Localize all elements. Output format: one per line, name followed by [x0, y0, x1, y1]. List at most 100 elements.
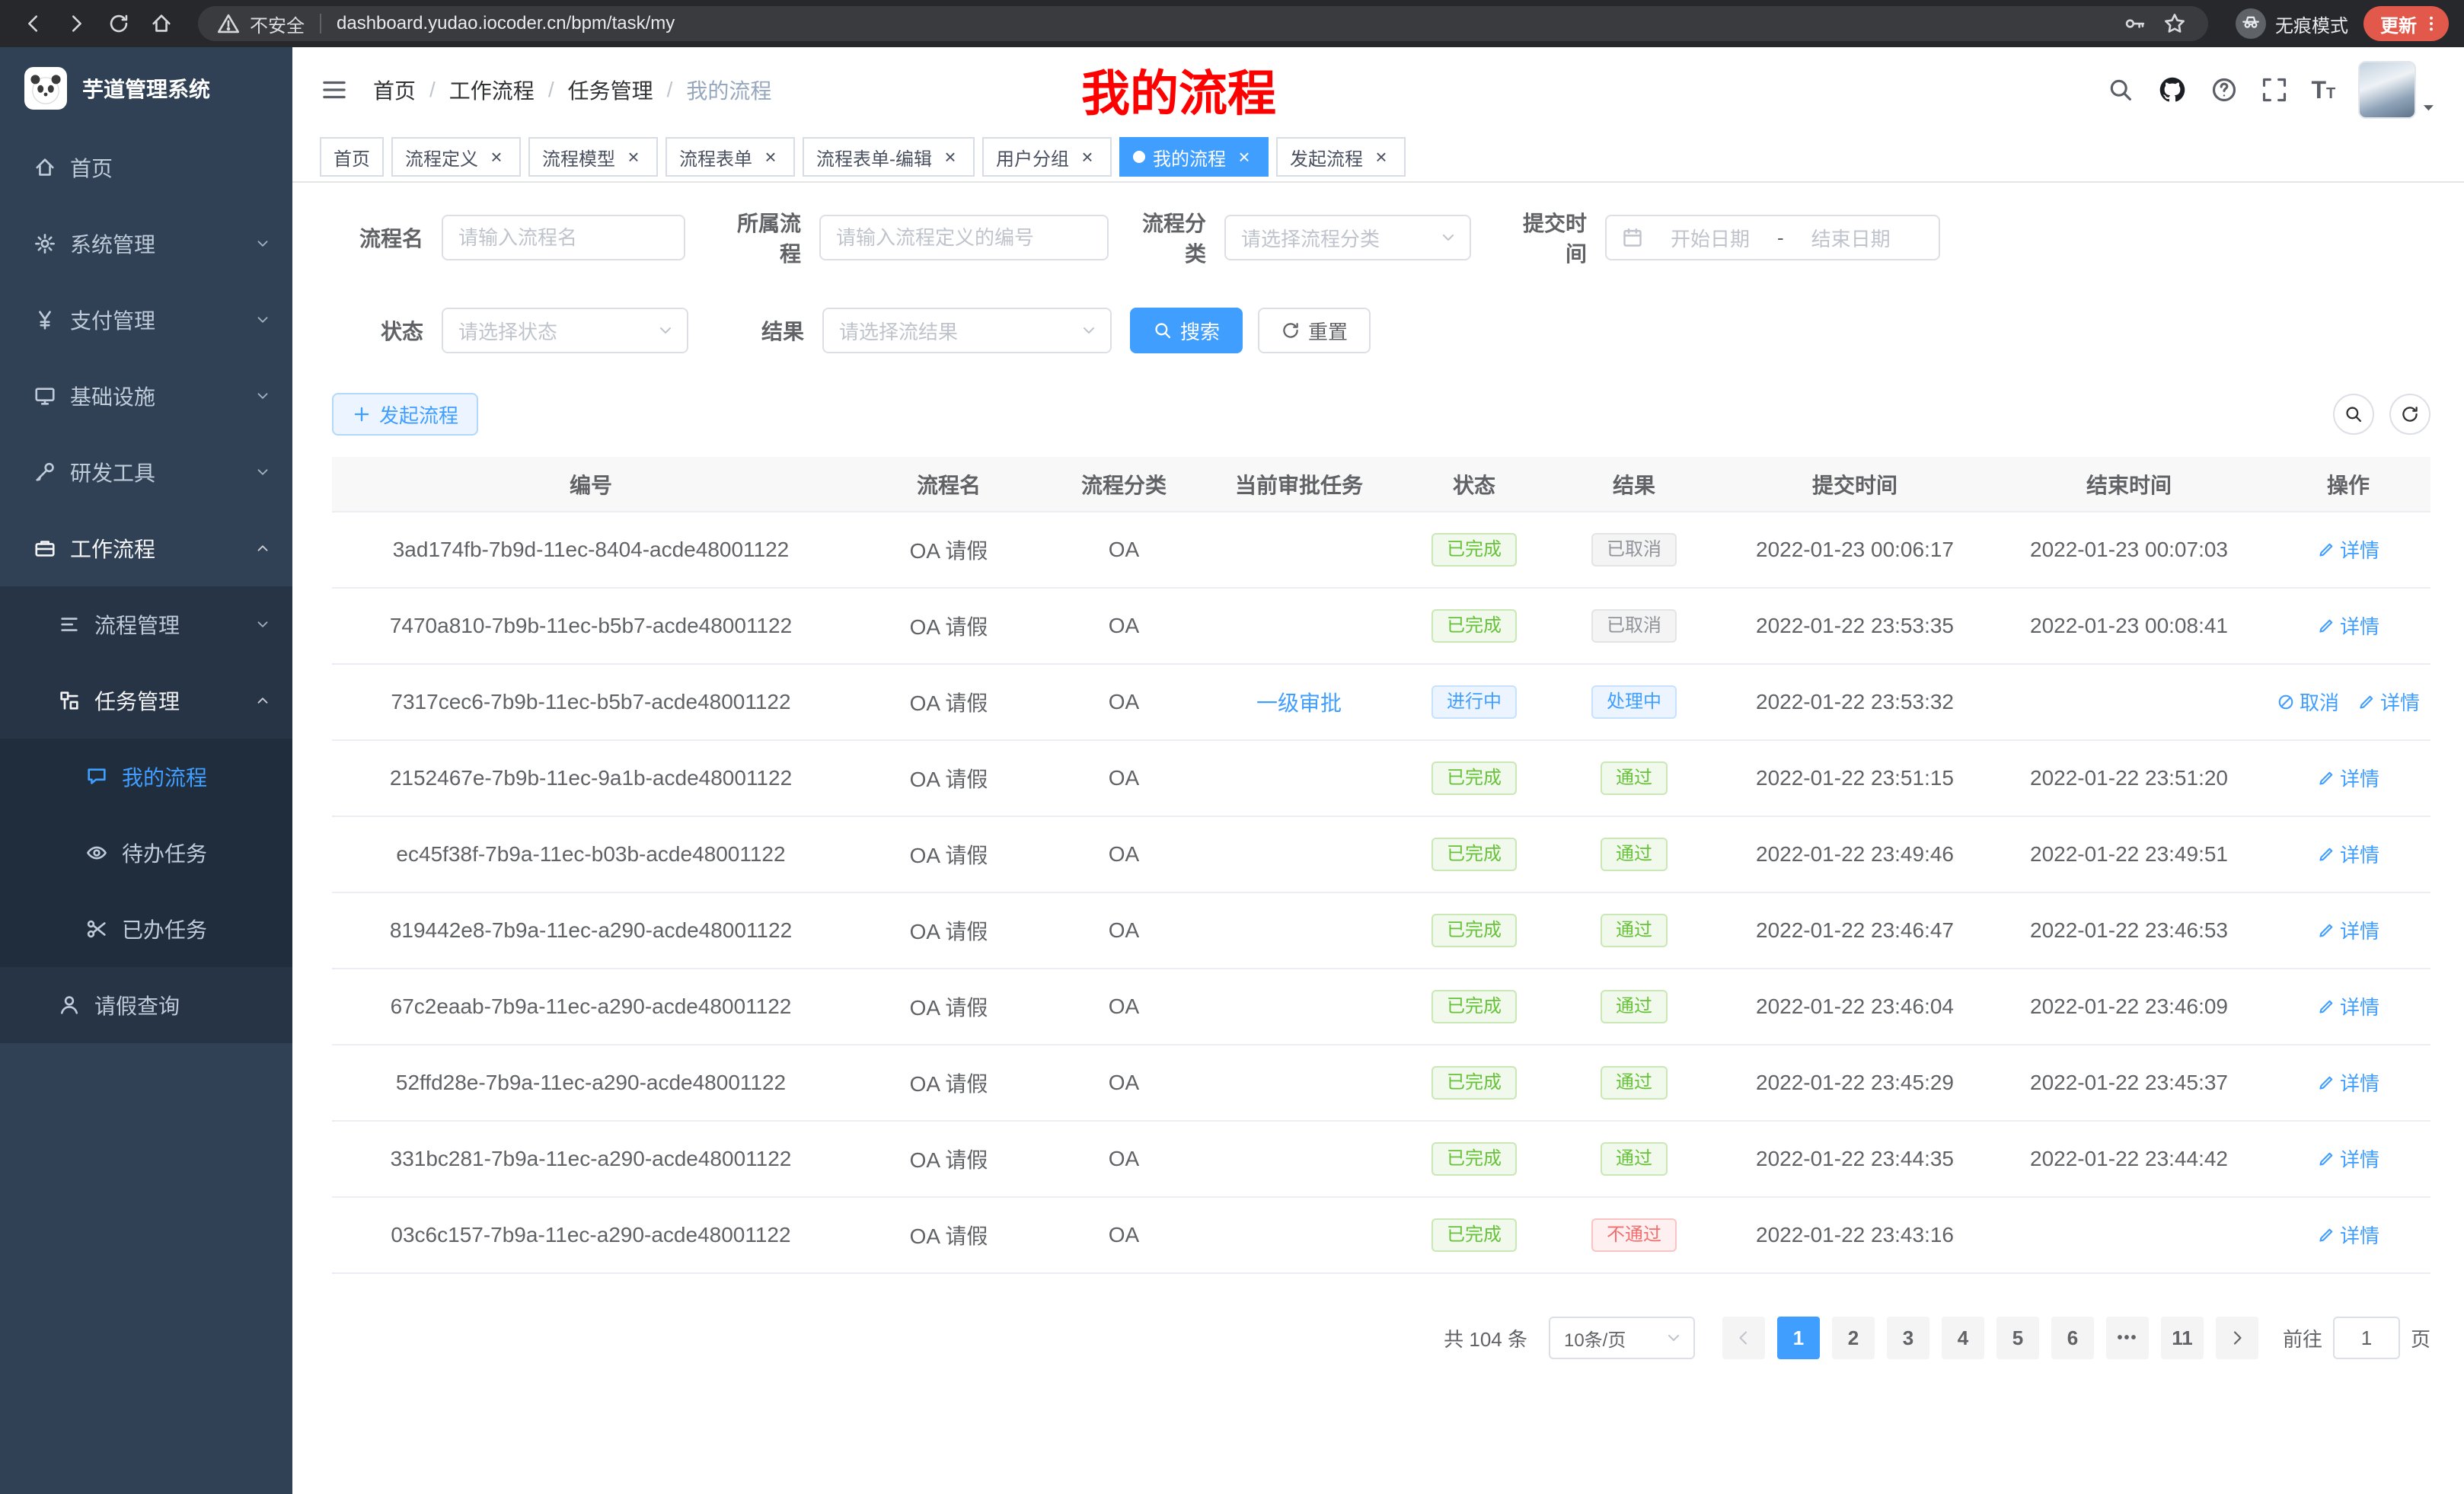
password-key-icon[interactable] [2120, 8, 2150, 39]
pagination-page-11[interactable]: 11 [2161, 1317, 2204, 1359]
sidebar-item-workflow[interactable]: 工作流程 [0, 510, 292, 586]
detail-link[interactable]: 详情 [2317, 1144, 2379, 1173]
cancel-link[interactable]: 取消 [2277, 688, 2339, 716]
browser-menu-icon[interactable] [2421, 14, 2441, 34]
submit-time-range-picker[interactable]: 开始日期 - 结束日期 [1605, 215, 1940, 260]
browser-back-icon[interactable] [15, 5, 52, 42]
tab-流程定义[interactable]: 流程定义× [391, 137, 521, 177]
tab-流程表单-编辑[interactable]: 流程表单-编辑 × [803, 137, 975, 177]
pagination-next-button[interactable] [2216, 1317, 2258, 1359]
start-date-placeholder: 开始日期 [1655, 224, 1765, 252]
close-icon[interactable]: × [623, 146, 644, 168]
pagination-page-6[interactable]: 6 [2051, 1317, 2094, 1359]
address-bar[interactable]: 不安全 dashboard.yudao.iocoder.cn/bpm/task/… [198, 6, 2208, 41]
sidebar-item-yen[interactable]: 支付管理 [0, 282, 292, 358]
browser-update-button[interactable]: 更新 [2363, 6, 2449, 41]
sidebar-item-home[interactable]: 首页 [0, 129, 292, 206]
detail-link[interactable]: 详情 [2357, 688, 2420, 716]
detail-link[interactable]: 详情 [2317, 916, 2379, 944]
result-select[interactable]: 请选择流结果 [822, 308, 1112, 353]
tab-label: 我的流程 [1153, 144, 1226, 171]
close-icon[interactable]: × [486, 146, 507, 168]
category-select[interactable]: 请选择流程分类 [1224, 215, 1471, 260]
github-icon[interactable] [2157, 75, 2188, 105]
result-badge: 通过 [1601, 1142, 1668, 1176]
browser-home-icon[interactable] [143, 5, 180, 42]
search-toggle-button[interactable] [2333, 394, 2374, 435]
cell-actions: 详情 [2266, 740, 2430, 816]
result-badge: 通过 [1601, 990, 1668, 1023]
user-menu[interactable] [2358, 61, 2437, 119]
refresh-table-button[interactable] [2389, 394, 2430, 435]
sidebar-item-todo[interactable]: 待办任务 [0, 815, 292, 891]
end-date-placeholder: 结束日期 [1796, 224, 1906, 252]
tab-流程模型[interactable]: 流程模型× [528, 137, 658, 177]
sidebar-item-done[interactable]: 已办任务 [0, 891, 292, 967]
tab-发起流程[interactable]: 发起流程× [1276, 137, 1406, 177]
close-icon[interactable]: × [1234, 146, 1255, 168]
current-task-link[interactable]: 一级审批 [1256, 691, 1342, 715]
status-select[interactable]: 请选择状态 [442, 308, 688, 353]
sidebar-item-infra[interactable]: 基础设施 [0, 358, 292, 434]
detail-link[interactable]: 详情 [2317, 1221, 2379, 1249]
pagination-prev-button[interactable] [1722, 1317, 1765, 1359]
tab-首页[interactable]: 首页 [320, 137, 384, 177]
font-size-icon[interactable]: TT [2311, 76, 2335, 104]
tab-流程表单[interactable]: 流程表单× [665, 137, 795, 177]
pagination-page-2[interactable]: 2 [1832, 1317, 1875, 1359]
pagination-ellipsis[interactable]: ••• [2106, 1317, 2149, 1359]
result-label: 结果 [725, 315, 822, 346]
status-badge: 进行中 [1431, 685, 1517, 719]
cell-status: 已完成 [1398, 1121, 1550, 1197]
pagination-page-5[interactable]: 5 [1996, 1317, 2039, 1359]
security-warning-icon[interactable] [216, 8, 241, 39]
breadcrumb-item[interactable]: 任务管理 [568, 75, 653, 105]
detail-link[interactable]: 详情 [2317, 764, 2379, 792]
sidebar-toggle-icon[interactable] [320, 75, 349, 104]
process-name-input[interactable] [442, 215, 685, 260]
status-label: 状态 [332, 315, 442, 346]
sidebar-item-task-mgmt[interactable]: 任务管理 [0, 662, 292, 739]
breadcrumb-item[interactable]: 首页 [373, 75, 416, 105]
sidebar-item-process-mgmt[interactable]: 流程管理 [0, 586, 292, 662]
tab-我的流程[interactable]: 我的流程 × [1119, 137, 1269, 177]
fullscreen-icon[interactable] [2261, 76, 2288, 104]
pagination-page-3[interactable]: 3 [1887, 1317, 1929, 1359]
search-button[interactable]: 搜索 [1130, 308, 1243, 353]
tab-用户分组[interactable]: 用户分组× [982, 137, 1112, 177]
detail-link[interactable]: 详情 [2317, 840, 2379, 868]
sidebar-item-my-process[interactable]: 我的流程 [0, 739, 292, 815]
page-size-select[interactable]: 10条/页 [1549, 1317, 1695, 1359]
pagination-page-1[interactable]: 1 [1777, 1317, 1820, 1359]
column-header: 结果 [1550, 457, 1718, 512]
sidebar-item-gear[interactable]: 系统管理 [0, 206, 292, 282]
detail-link[interactable]: 详情 [2317, 1068, 2379, 1097]
table-row: 52ffd28e-7b9a-11ec-a290-acde48001122OA 请… [332, 1045, 2430, 1121]
avatar[interactable] [2358, 61, 2416, 119]
detail-link[interactable]: 详情 [2317, 611, 2379, 640]
create-process-button[interactable]: 发起流程 [332, 393, 478, 436]
pagination-pages: 123456 ••• 11 [1771, 1317, 2210, 1359]
docs-help-icon[interactable] [2210, 76, 2238, 104]
browser-forward-icon[interactable] [58, 5, 94, 42]
close-icon[interactable]: × [1371, 146, 1392, 168]
breadcrumb-item[interactable]: 工作流程 [449, 75, 535, 105]
close-icon[interactable]: × [1077, 146, 1098, 168]
process-def-input[interactable] [819, 215, 1109, 260]
bookmark-star-icon[interactable] [2159, 8, 2190, 39]
close-icon[interactable]: × [760, 146, 781, 168]
reset-button[interactable]: 重置 [1258, 308, 1371, 353]
goto-page-input[interactable] [2333, 1317, 2400, 1359]
tab-label: 流程表单-编辑 [816, 144, 932, 171]
app-logo[interactable]: 芋道管理系统 [0, 47, 292, 129]
sidebar-item-label: 支付管理 [70, 305, 155, 335]
close-icon[interactable]: × [940, 146, 961, 168]
sidebar-item-leave[interactable]: 请假查询 [0, 967, 292, 1043]
browser-refresh-icon[interactable] [101, 5, 137, 42]
detail-link[interactable]: 详情 [2317, 535, 2379, 563]
detail-link[interactable]: 详情 [2317, 992, 2379, 1020]
breadcrumb: 首页/工作流程/任务管理/我的流程 [373, 75, 771, 105]
header-search-icon[interactable] [2107, 76, 2134, 104]
pagination-page-4[interactable]: 4 [1942, 1317, 1984, 1359]
sidebar-item-tools[interactable]: 研发工具 [0, 434, 292, 510]
